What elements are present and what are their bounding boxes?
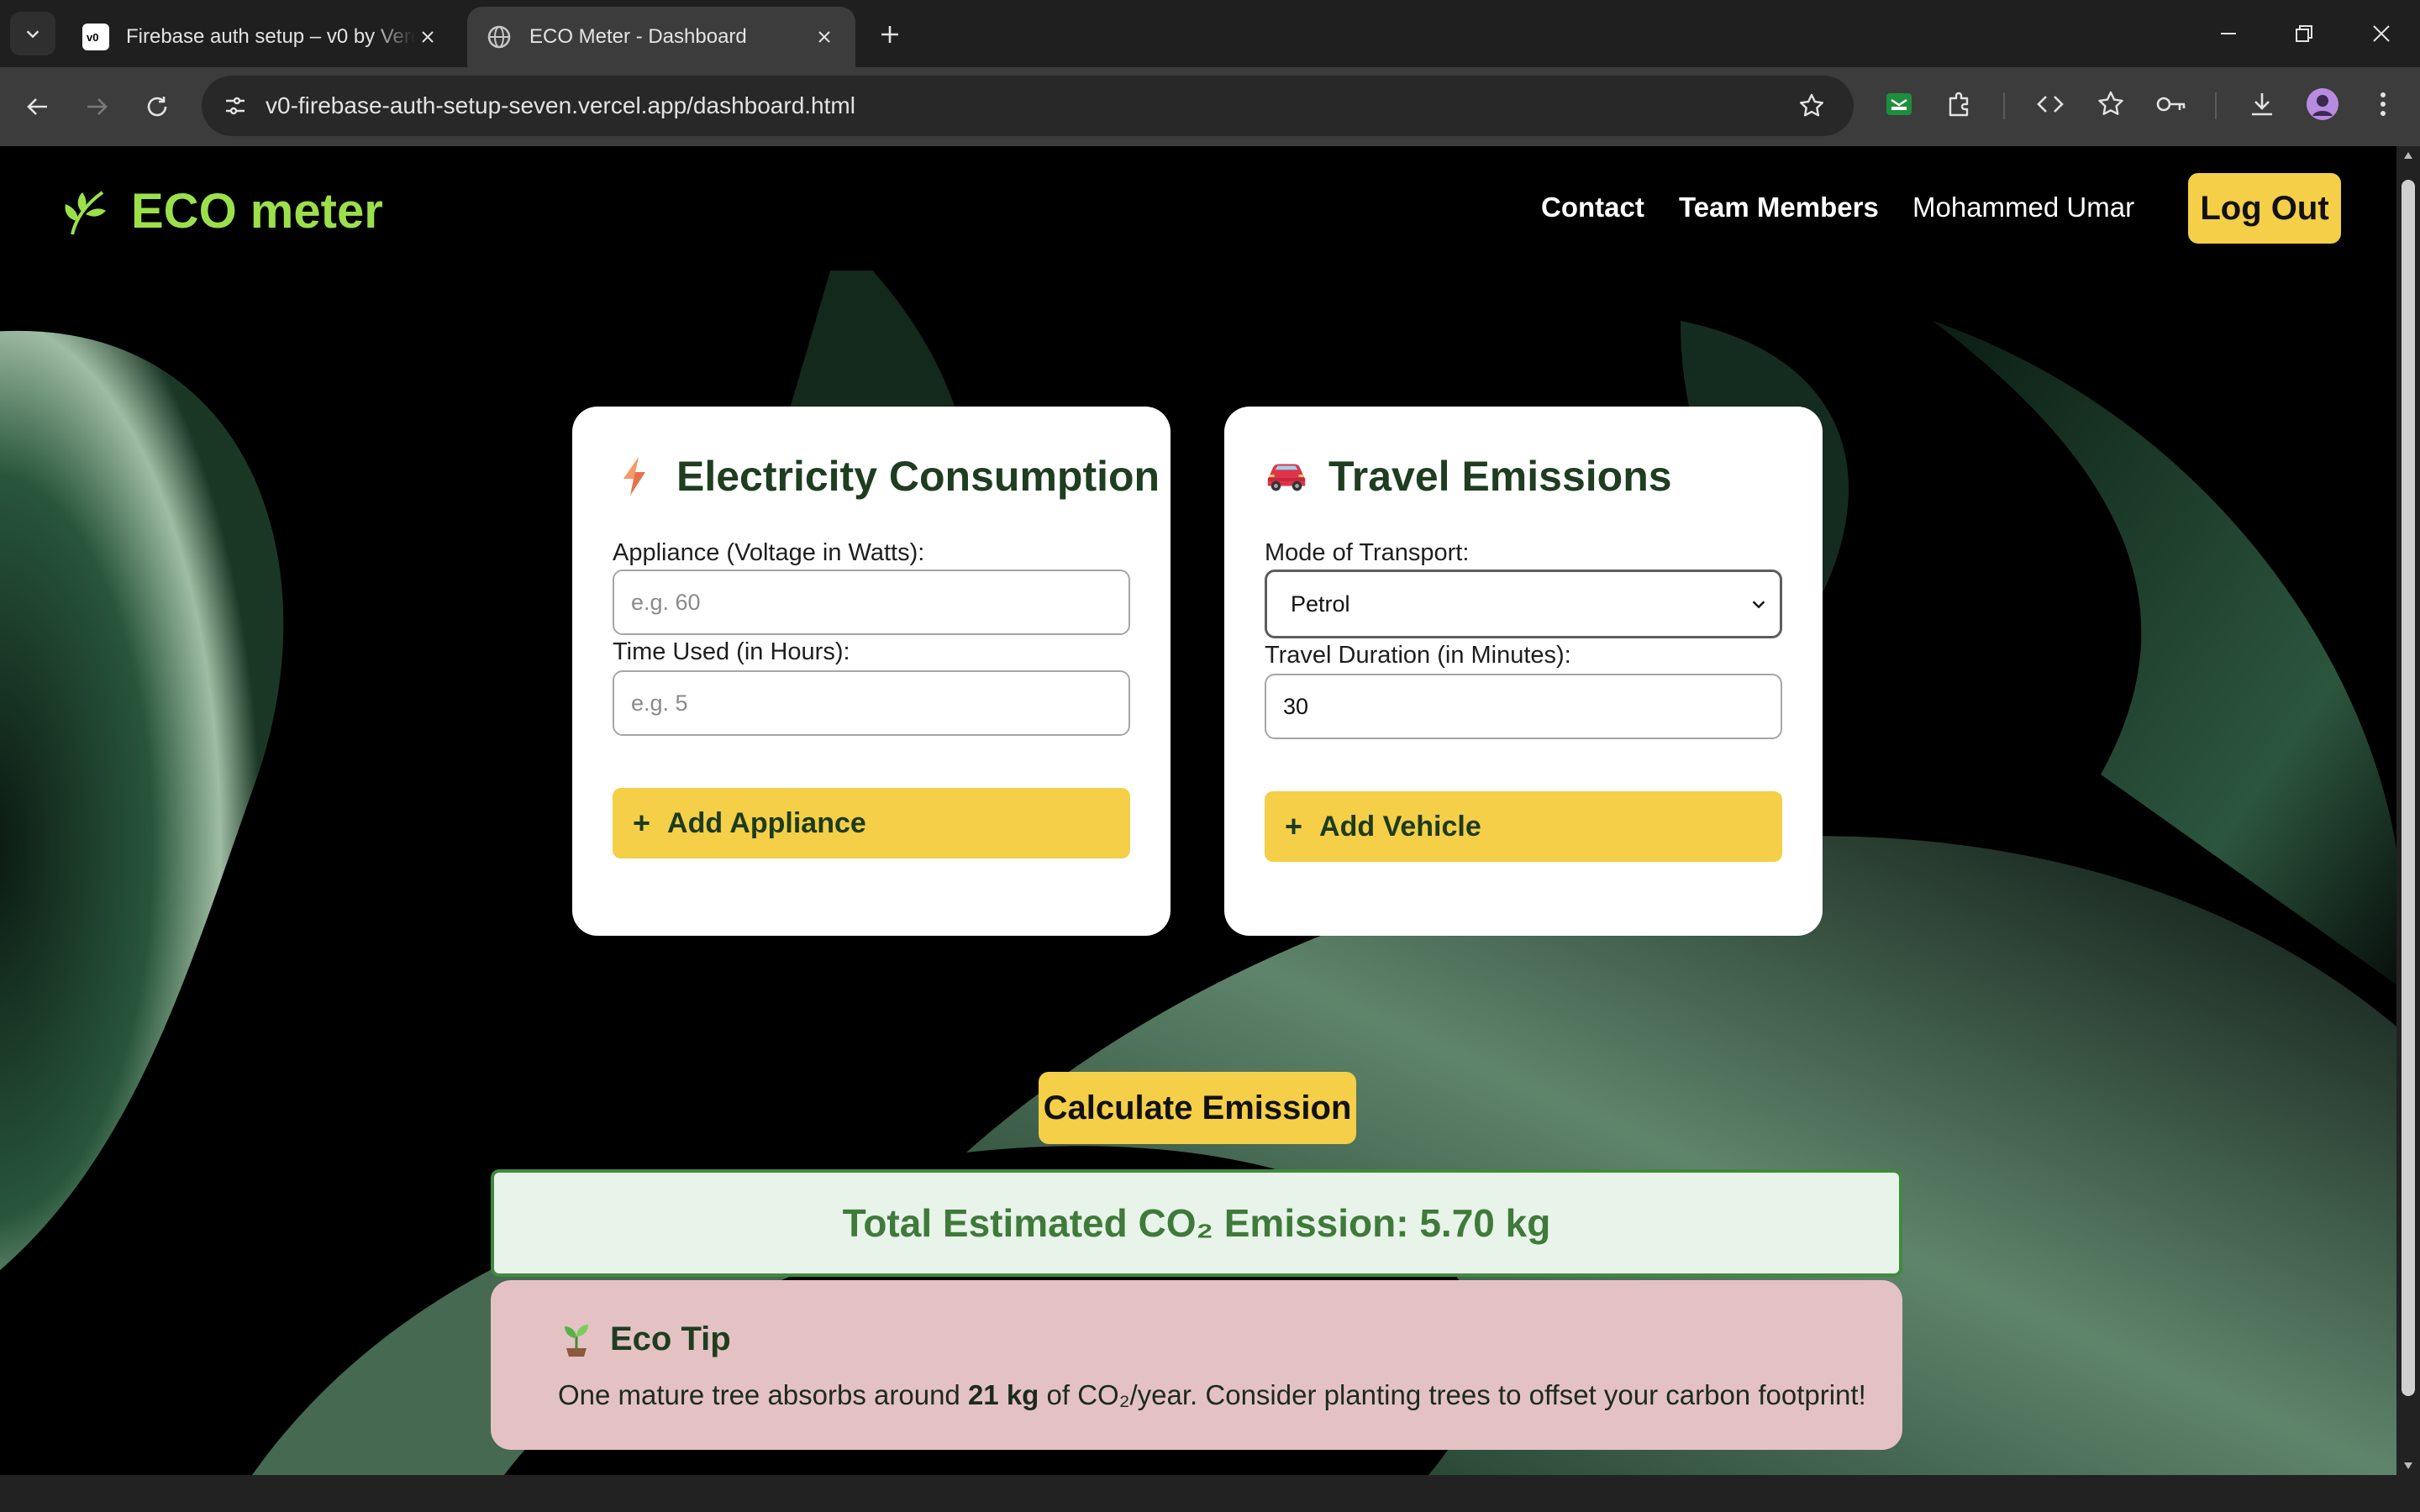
password-key-icon[interactable] — [2153, 86, 2190, 123]
total-emission-result: Total Estimated CO₂ Emission: 5.70 kg — [491, 1169, 1902, 1277]
car-icon — [1265, 454, 1308, 498]
page-viewport: ECO meter Contact Team Members Mohammed … — [0, 146, 2396, 1475]
arrow-right-icon — [87, 98, 108, 115]
back-button[interactable] — [17, 86, 59, 128]
mode-of-transport-label: Mode of Transport: — [1265, 539, 1470, 566]
close-tab-icon[interactable] — [812, 24, 837, 50]
time-used-label: Time Used (in Hours): — [613, 638, 850, 665]
close-window-button[interactable] — [2363, 15, 2400, 52]
log-out-button[interactable]: Log Out — [2188, 173, 2341, 244]
travel-card-title: Travel Emissions — [1265, 452, 1672, 501]
restore-icon — [2296, 25, 2312, 42]
plus-icon: + — [633, 806, 651, 840]
time-used-input[interactable] — [613, 670, 1130, 736]
transport-mode-value: Petrol — [1291, 591, 1350, 617]
chevron-down-icon — [26, 30, 39, 39]
transport-mode-select[interactable]: Petrol — [1265, 570, 1782, 638]
add-appliance-button[interactable]: + Add Appliance — [613, 788, 1130, 858]
svg-text:v0: v0 — [87, 31, 98, 44]
minimize-icon — [2221, 33, 2236, 34]
site-logo[interactable]: ECO meter — [60, 183, 383, 239]
extension-sheets-icon[interactable] — [1881, 86, 1918, 123]
close-tab-icon[interactable] — [415, 24, 440, 50]
globe-icon — [486, 24, 513, 50]
scroll-up-arrow-icon[interactable] — [2403, 151, 2413, 160]
tab-firebase-auth[interactable]: v0 Firebase auth setup – v0 by Vercel — [64, 7, 459, 67]
scroll-down-arrow-icon[interactable] — [2403, 1462, 2413, 1470]
address-bar[interactable]: v0-firebase-auth-setup-seven.vercel.app/… — [202, 76, 1854, 136]
electricity-card: Electricity Consumption Appliance (Volta… — [572, 407, 1171, 936]
bookmark-star-icon[interactable] — [1793, 87, 1830, 124]
restore-window-button[interactable] — [2286, 15, 2323, 52]
download-icon[interactable] — [2244, 86, 2281, 123]
eco-tip-text: One mature tree absorbs around 21 kg of … — [558, 1379, 1866, 1410]
url-text: v0-firebase-auth-setup-seven.vercel.app/… — [266, 92, 855, 118]
bookmarks-star-icon[interactable] — [2092, 86, 2129, 123]
minimize-window-button[interactable] — [2210, 15, 2247, 52]
travel-duration-label: Travel Duration (in Minutes): — [1265, 642, 1571, 669]
extensions-puzzle-icon[interactable] — [1941, 86, 1978, 123]
arrow-left-icon — [27, 98, 47, 115]
add-vehicle-button[interactable]: + Add Vehicle — [1265, 791, 1782, 862]
travel-duration-input[interactable] — [1265, 674, 1782, 739]
appliance-watts-input[interactable] — [613, 570, 1130, 635]
tab-title: Firebase auth setup – v0 by Vercel — [126, 25, 415, 48]
browser-menu-icon[interactable] — [2365, 86, 2402, 123]
chevron-down-icon — [1752, 601, 1765, 609]
toolbar-separator — [2215, 92, 2217, 119]
lightning-icon — [613, 454, 656, 498]
nav-team-members-link[interactable]: Team Members — [1679, 192, 1879, 223]
nav-contact-link[interactable]: Contact — [1541, 192, 1644, 223]
appliance-label: Appliance (Voltage in Watts): — [613, 539, 925, 566]
horizontal-scrollbar[interactable] — [0, 1475, 2420, 1512]
eco-tip-card: Eco Tip One mature tree absorbs around 2… — [491, 1280, 1902, 1450]
vertical-scrollbar[interactable] — [2396, 146, 2420, 1475]
site-header: ECO meter Contact Team Members Mohammed … — [0, 146, 2396, 270]
user-name: Mohammed Umar — [1912, 192, 2135, 223]
close-icon — [2373, 25, 2390, 42]
reload-icon — [147, 97, 167, 117]
tab-search-button[interactable] — [10, 12, 55, 55]
v0-icon: v0 — [82, 24, 109, 50]
eco-tip-title: Eco Tip — [558, 1320, 731, 1358]
site-settings-icon[interactable] — [217, 87, 254, 124]
profile-avatar[interactable] — [2304, 86, 2341, 123]
tab-eco-meter[interactable]: ECO Meter - Dashboard — [467, 7, 855, 67]
forward-button[interactable] — [76, 86, 118, 128]
devtools-code-icon[interactable] — [2032, 86, 2069, 123]
toolbar-separator — [2003, 92, 2005, 119]
electricity-card-title: Electricity Consumption — [613, 452, 1160, 501]
travel-card: Travel Emissions Mode of Transport: Petr… — [1224, 407, 1823, 936]
logo-text: ECO meter — [131, 184, 383, 239]
calculate-emission-button[interactable]: Calculate Emission — [1039, 1072, 1356, 1144]
leaf-icon — [65, 190, 106, 234]
new-tab-button[interactable] — [874, 18, 906, 50]
browser-tab-strip: v0 Firebase auth setup – v0 by Vercel EC… — [0, 0, 2420, 67]
scrollbar-thumb[interactable] — [2402, 180, 2415, 1396]
seedling-icon — [558, 1321, 595, 1358]
plus-icon: + — [1285, 809, 1303, 843]
plus-icon — [881, 26, 898, 43]
reload-button[interactable] — [136, 86, 178, 128]
tab-title: ECO Meter - Dashboard — [529, 25, 747, 48]
